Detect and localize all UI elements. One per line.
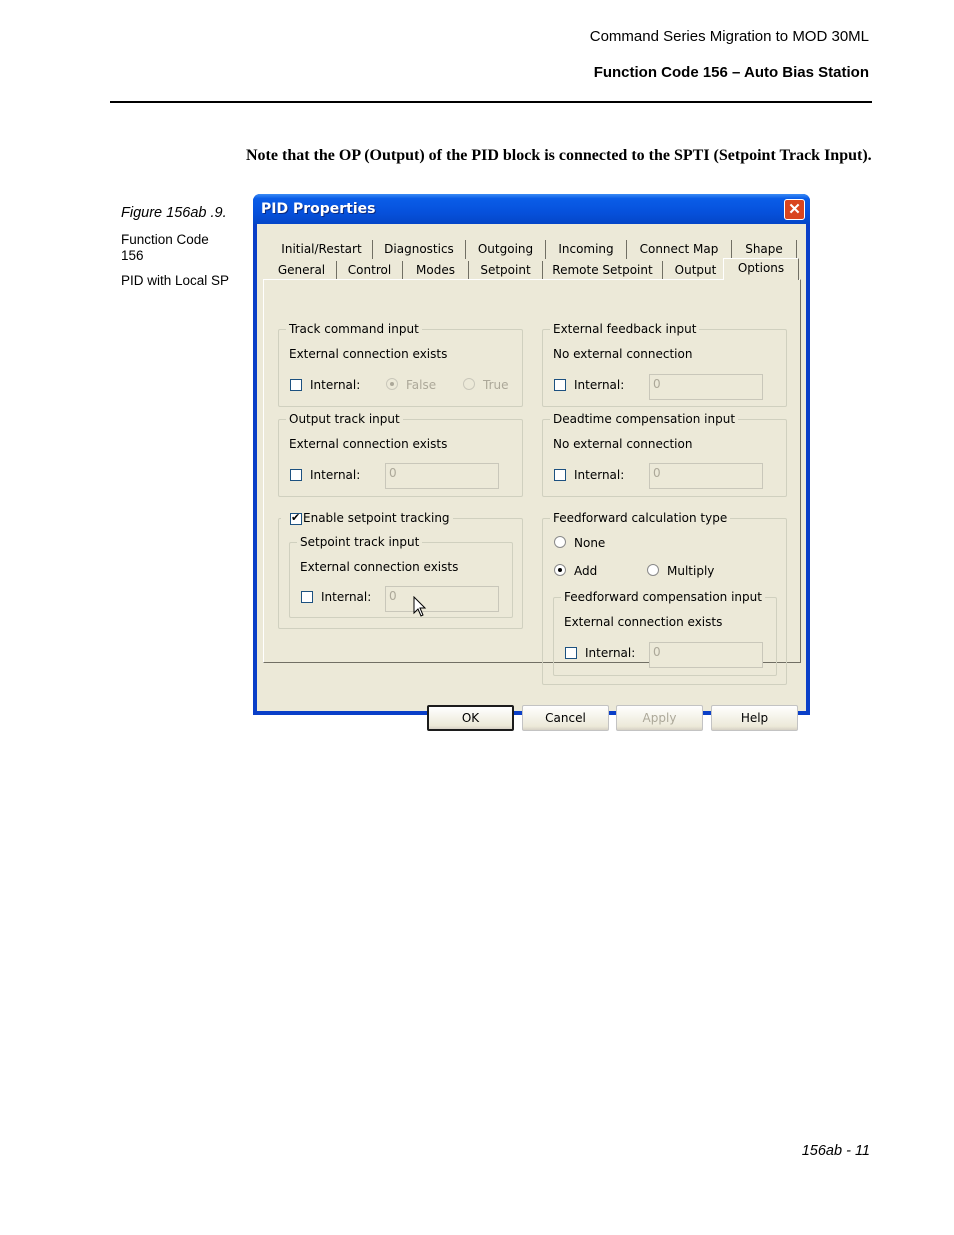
external-feedback-value-input[interactable]: 0 bbox=[649, 374, 763, 400]
deadtime-group: Deadtime compensation input No external … bbox=[542, 411, 787, 497]
note-text: Note that the OP (Output) of the PID blo… bbox=[246, 147, 872, 164]
tab-incoming[interactable]: Incoming bbox=[546, 240, 627, 259]
external-feedback-group: External feedback input No external conn… bbox=[542, 321, 787, 407]
setpoint-track-input-legend: Setpoint track input bbox=[297, 534, 423, 550]
apply-button[interactable]: Apply bbox=[616, 705, 703, 731]
figure-function-code: Function Code 156 bbox=[121, 232, 209, 263]
track-command-false-radio[interactable] bbox=[386, 378, 398, 390]
track-command-internal-label: Internal: bbox=[310, 378, 361, 392]
setpoint-track-internal-checkbox[interactable] bbox=[301, 591, 313, 603]
feedforward-multiply-radio[interactable] bbox=[647, 564, 659, 576]
setpoint-track-status: External connection exists bbox=[300, 560, 459, 574]
deadtime-legend: Deadtime compensation input bbox=[550, 411, 739, 427]
track-command-false-label: False bbox=[406, 378, 437, 392]
deadtime-value-input[interactable]: 0 bbox=[649, 463, 763, 489]
track-command-true-label: True bbox=[483, 378, 509, 392]
tab-control[interactable]: Control bbox=[337, 261, 403, 280]
feedforward-comp-legend: Feedforward compensation input bbox=[561, 589, 765, 605]
output-track-internal-checkbox[interactable] bbox=[290, 469, 302, 481]
deadtime-internal-label: Internal: bbox=[574, 468, 625, 482]
track-command-legend: Track command input bbox=[286, 321, 422, 337]
feedforward-comp-internal-checkbox[interactable] bbox=[565, 647, 577, 659]
feedforward-comp-value-input[interactable]: 0 bbox=[649, 642, 763, 668]
setpoint-track-input-group: Setpoint track input External connection… bbox=[289, 534, 513, 618]
ok-button[interactable]: OK bbox=[427, 705, 514, 731]
external-feedback-internal-checkbox[interactable] bbox=[554, 379, 566, 391]
feedforward-add-radio[interactable] bbox=[554, 564, 566, 576]
track-command-group: Track command input External connection … bbox=[278, 321, 523, 407]
deadtime-internal-checkbox[interactable] bbox=[554, 469, 566, 481]
dialog-client: Initial/Restart Diagnostics Outgoing Inc… bbox=[257, 224, 806, 731]
tab-outgoing[interactable]: Outgoing bbox=[466, 240, 546, 259]
feedforward-comp-status: External connection exists bbox=[564, 615, 723, 629]
options-tab-page: Track command input External connection … bbox=[263, 279, 801, 685]
document-title: Command Series Migration to MOD 30ML bbox=[589, 28, 869, 45]
output-track-group: Output track input External connection e… bbox=[278, 411, 523, 497]
figure-caption: Figure 156ab .9. bbox=[121, 205, 227, 221]
feedforward-legend: Feedforward calculation type bbox=[550, 510, 731, 526]
tab-general[interactable]: General bbox=[267, 261, 337, 280]
external-feedback-internal-label: Internal: bbox=[574, 378, 625, 392]
output-track-value-input[interactable]: 0 bbox=[385, 463, 499, 489]
enable-setpoint-tracking-label: Enable setpoint tracking bbox=[281, 510, 453, 526]
mouse-cursor-icon bbox=[413, 596, 427, 617]
tab-connect-map[interactable]: Connect Map bbox=[627, 240, 732, 259]
figure-description: PID with Local SP bbox=[121, 273, 230, 288]
output-track-status: External connection exists bbox=[289, 437, 448, 451]
tab-initial-restart[interactable]: Initial/Restart bbox=[271, 240, 373, 259]
page-number: 156ab - 11 bbox=[801, 1143, 870, 1159]
feedforward-comp-group: Feedforward compensation input External … bbox=[553, 589, 777, 676]
feedforward-group: Feedforward calculation type None Add Mu… bbox=[542, 510, 787, 685]
output-track-internal-label: Internal: bbox=[310, 468, 361, 482]
tab-shape[interactable]: Shape bbox=[732, 240, 797, 259]
header-rule bbox=[110, 101, 872, 103]
feedforward-add-label: Add bbox=[574, 564, 598, 578]
close-icon[interactable]: ✕ bbox=[784, 199, 805, 220]
track-command-internal-checkbox[interactable] bbox=[290, 379, 302, 391]
pid-properties-dialog: PID Properties ✕ Initial/Restart Diagnos… bbox=[253, 194, 810, 731]
feedforward-comp-internal-label: Internal: bbox=[585, 646, 636, 660]
output-track-legend: Output track input bbox=[286, 411, 403, 427]
tab-setpoint[interactable]: Setpoint bbox=[469, 261, 543, 280]
tab-diagnostics[interactable]: Diagnostics bbox=[373, 240, 466, 259]
feedforward-none-label: None bbox=[574, 536, 606, 550]
feedforward-multiply-label: Multiply bbox=[667, 564, 715, 578]
help-button[interactable]: Help bbox=[711, 705, 798, 731]
cancel-button[interactable]: Cancel bbox=[522, 705, 609, 731]
tab-options[interactable]: Options bbox=[723, 258, 799, 280]
section-title: Function Code 156 – Auto Bias Station bbox=[593, 64, 869, 81]
dialog-title: PID Properties bbox=[261, 201, 376, 217]
track-command-status: External connection exists bbox=[289, 347, 448, 361]
tab-remote-setpoint[interactable]: Remote Setpoint bbox=[543, 261, 663, 280]
dialog-titlebar[interactable]: PID Properties ✕ bbox=[253, 194, 810, 224]
setpoint-track-internal-label: Internal: bbox=[321, 590, 372, 604]
setpoint-tracking-group: Enable setpoint tracking Setpoint track … bbox=[278, 510, 523, 629]
tab-modes[interactable]: Modes bbox=[403, 261, 469, 280]
tab-output[interactable]: Output bbox=[663, 261, 729, 280]
external-feedback-status: No external connection bbox=[553, 347, 693, 361]
enable-setpoint-tracking-checkbox[interactable] bbox=[290, 511, 302, 525]
external-feedback-legend: External feedback input bbox=[550, 321, 700, 337]
setpoint-track-value-input[interactable]: 0 bbox=[385, 586, 499, 612]
track-command-true-radio[interactable] bbox=[463, 378, 475, 390]
deadtime-status: No external connection bbox=[553, 437, 693, 451]
feedforward-none-radio[interactable] bbox=[554, 536, 566, 548]
